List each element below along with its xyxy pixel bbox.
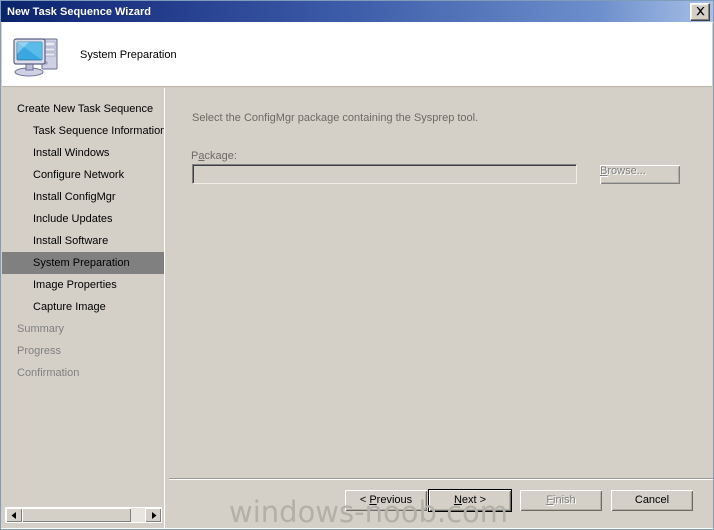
sidebar-item-create-new-task-sequence[interactable]: Create New Task Sequence: [2, 98, 164, 120]
sidebar-item-image-properties[interactable]: Image Properties: [2, 274, 164, 296]
sidebar-item-system-preparation[interactable]: System Preparation: [2, 252, 164, 274]
previous-label: revious: [376, 494, 413, 506]
package-label: Package:: [191, 150, 237, 162]
sidebar-item-install-configmgr[interactable]: Install ConfigMgr: [2, 186, 164, 208]
previous-prefix: <: [359, 494, 370, 506]
window-bottom-edge: [1, 528, 713, 529]
computer-icon: [12, 31, 62, 79]
scrollbar-thumb[interactable]: [22, 508, 131, 522]
cancel-label: Cancel: [634, 494, 670, 506]
scroll-left-button[interactable]: [6, 508, 22, 522]
wizard-footer: < Previous Next > Finish Cancel: [169, 480, 713, 529]
finish-button: Finish: [519, 489, 603, 512]
cancel-button[interactable]: Cancel: [610, 489, 694, 512]
sidebar-item-capture-image[interactable]: Capture Image: [2, 296, 164, 318]
finish-label: inish: [553, 494, 576, 506]
sidebar-item-summary: Summary: [17, 323, 65, 335]
sidebar-item-install-windows[interactable]: Install Windows: [2, 142, 164, 164]
wizard-window: New Task Sequence Wizard System Preparat…: [0, 0, 714, 530]
sidebar-item-task-sequence-information[interactable]: Task Sequence Information: [2, 120, 164, 142]
package-label-post: ckage:: [204, 150, 237, 162]
chevron-right-icon: [151, 511, 156, 519]
wizard-header: System Preparation: [2, 23, 712, 87]
previous-accelerator: P: [369, 494, 377, 506]
scrollbar-track[interactable]: [22, 508, 145, 522]
next-accelerator: N: [453, 494, 462, 506]
scroll-right-button[interactable]: [145, 508, 161, 522]
wizard-steps-list: Create New Task Sequence Task Sequence I…: [2, 98, 164, 384]
title-bar: New Task Sequence Wizard: [1, 1, 713, 23]
close-icon: [695, 6, 706, 17]
content-description: Select the ConfigMgr package containing …: [192, 112, 479, 124]
browse-label: rowse...: [607, 165, 646, 177]
sidebar-item-include-updates[interactable]: Include Updates: [2, 208, 164, 230]
sidebar-item-progress: Progress: [17, 345, 62, 357]
package-input[interactable]: [192, 164, 577, 184]
sidebar-item-install-software[interactable]: Install Software: [2, 230, 164, 252]
wizard-content-pane: Select the ConfigMgr package containing …: [169, 88, 713, 478]
sidebar-horizontal-scrollbar[interactable]: [5, 507, 162, 523]
browse-button[interactable]: Browse...: [599, 164, 681, 185]
chevron-left-icon: [11, 511, 16, 519]
wizard-steps-panel: Create New Task Sequence Task Sequence I…: [2, 88, 165, 529]
previous-button[interactable]: < Previous: [344, 489, 428, 512]
close-button[interactable]: [690, 2, 710, 21]
page-title: System Preparation: [80, 48, 177, 61]
next-label: ext >: [461, 494, 487, 506]
sidebar-item-confirmation: Confirmation: [17, 367, 80, 379]
window-title: New Task Sequence Wizard: [7, 5, 151, 18]
next-button[interactable]: Next >: [428, 489, 512, 512]
sidebar-item-configure-network[interactable]: Configure Network: [2, 164, 164, 186]
